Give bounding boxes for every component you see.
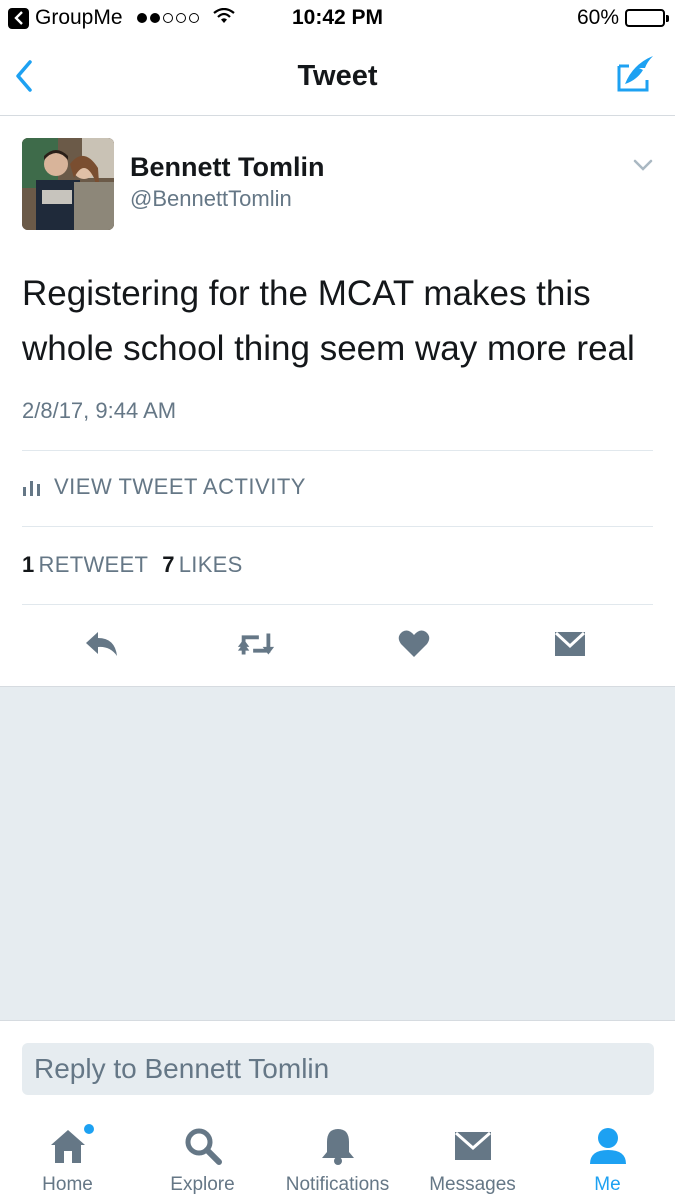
tab-messages[interactable]: Messages bbox=[405, 1108, 540, 1200]
tab-label: Messages bbox=[429, 1174, 516, 1195]
tab-label: Home bbox=[42, 1174, 93, 1195]
reply-input[interactable]: Reply to Bennett Tomlin bbox=[22, 1043, 654, 1095]
divider bbox=[22, 450, 653, 451]
tab-label: Me bbox=[594, 1174, 621, 1195]
tab-bar: Home Explore Notifications Messages Me bbox=[0, 1108, 675, 1200]
empty-replies-area bbox=[0, 686, 675, 1020]
page-title: Tweet bbox=[297, 60, 378, 92]
engagement-counts: 1 RETWEET 7 LIKES bbox=[22, 552, 243, 578]
like-count-link[interactable]: 7 LIKES bbox=[162, 552, 242, 578]
tweet-timestamp: 2/8/17, 9:44 AM bbox=[22, 398, 177, 423]
author-handle[interactable]: @BennettTomlin bbox=[130, 186, 292, 212]
retweet-button[interactable] bbox=[236, 624, 276, 664]
activity-label: VIEW TWEET ACTIVITY bbox=[54, 474, 306, 499]
tweet-detail: Bennett Tomlin @BennettTomlin Registerin… bbox=[0, 116, 675, 686]
battery-icon bbox=[625, 9, 669, 27]
more-options-button[interactable] bbox=[633, 158, 653, 172]
retweet-icon bbox=[237, 633, 275, 655]
tab-explore[interactable]: Explore bbox=[135, 1108, 270, 1200]
retweet-count: 1 bbox=[22, 552, 35, 577]
like-button[interactable] bbox=[394, 624, 434, 664]
like-count: 7 bbox=[162, 552, 175, 577]
tab-notifications[interactable]: Notifications bbox=[270, 1108, 405, 1200]
direct-message-button[interactable] bbox=[550, 624, 590, 664]
tweet-actions bbox=[0, 624, 675, 668]
analytics-icon bbox=[23, 481, 40, 496]
compose-icon bbox=[617, 56, 653, 92]
envelope-icon bbox=[554, 631, 586, 656]
notification-badge bbox=[83, 1124, 94, 1134]
person-icon bbox=[586, 1124, 630, 1168]
retweet-label: RETWEET bbox=[38, 552, 149, 577]
battery-percent: 60% bbox=[576, 6, 619, 29]
tab-home[interactable]: Home bbox=[0, 1108, 135, 1200]
home-icon bbox=[46, 1124, 94, 1168]
navigation-bar: Tweet bbox=[0, 38, 675, 116]
compose-button[interactable] bbox=[615, 52, 657, 94]
tweet-text: Registering for the MCAT makes this whol… bbox=[22, 274, 635, 368]
bell-icon bbox=[316, 1124, 360, 1168]
tab-me[interactable]: Me bbox=[540, 1108, 675, 1200]
reply-icon bbox=[86, 632, 117, 656]
status-time: 10:42 PM bbox=[291, 6, 384, 29]
divider bbox=[22, 604, 653, 605]
reply-bar: Reply to Bennett Tomlin bbox=[0, 1020, 675, 1108]
avatar[interactable] bbox=[22, 138, 114, 230]
retweet-count-link[interactable]: 1 RETWEET bbox=[22, 552, 148, 578]
status-bar: GroupMe 10:42 PM 60% bbox=[0, 0, 675, 38]
like-label: LIKES bbox=[178, 552, 243, 577]
chevron-down-icon bbox=[633, 159, 653, 171]
tab-label: Explore bbox=[170, 1174, 235, 1195]
author-name[interactable]: Bennett Tomlin bbox=[130, 152, 324, 183]
divider bbox=[22, 526, 653, 527]
tab-label: Notifications bbox=[285, 1174, 390, 1195]
search-icon bbox=[181, 1124, 225, 1168]
view-tweet-activity-button[interactable]: VIEW TWEET ACTIVITY bbox=[22, 474, 306, 500]
envelope-icon bbox=[451, 1124, 495, 1168]
reply-button[interactable] bbox=[82, 624, 122, 664]
heart-icon bbox=[398, 630, 430, 657]
status-right: 60% bbox=[576, 6, 669, 30]
